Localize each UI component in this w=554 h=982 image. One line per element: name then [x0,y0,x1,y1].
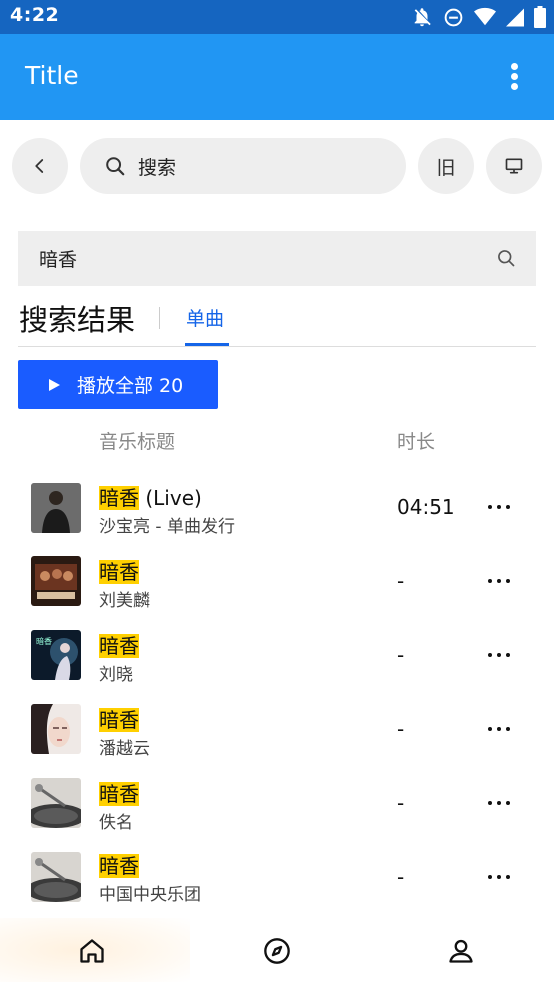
song-duration: - [397,717,405,741]
nav-discover[interactable] [262,936,292,966]
more-options-icon[interactable] [488,505,510,511]
play-all-button[interactable]: 播放全部 20 [18,360,218,409]
wifi-icon [474,7,496,26]
song-artist: 佚名 [99,813,133,833]
song-duration: - [397,865,405,889]
column-header-duration: 时长 [397,431,436,453]
status-bar: 4:22 [0,0,554,34]
old-version-button[interactable]: 旧 [418,138,474,194]
album-cover [31,778,81,828]
song-duration: 04:51 [397,495,455,519]
album-cover [31,483,81,533]
song-title: 暗香 [99,782,139,806]
old-version-label: 旧 [436,156,456,179]
home-icon [80,939,104,963]
song-artist: 刘晓 [99,665,133,685]
person-icon [449,939,473,963]
more-options-icon[interactable] [488,727,510,733]
search-icon[interactable] [496,248,516,268]
nav-profile[interactable] [446,936,476,966]
desktop-icon [505,158,523,174]
play-all-label: 播放全部 20 [77,375,184,397]
svg-text:暗香: 暗香 [36,636,52,646]
chevron-left-icon [35,159,44,173]
song-artist: 沙宝亮 - 单曲发行 [99,517,235,537]
song-row[interactable]: 暗香 刘美麟 - [0,545,554,619]
status-icons [411,6,546,28]
more-options-icon[interactable] [488,801,510,807]
play-icon [49,378,60,391]
search-icon [106,157,125,176]
album-cover [31,556,81,606]
tab-single[interactable]: 单曲 [186,304,224,331]
song-title: 暗香 (Live) [99,486,202,510]
app-bar: Title [0,34,554,120]
signal-icon [506,8,524,26]
song-title: 暗香 [99,854,139,878]
results-heading: 搜索结果 [19,303,136,337]
do-not-disturb-icon [444,8,463,26]
song-title: 暗香 [99,708,139,732]
status-time: 4:22 [10,4,60,26]
search-button-label: 搜索 [138,156,177,179]
song-row[interactable]: 暗香 中国中央乐团 - [0,841,554,915]
song-duration: - [397,791,405,815]
song-row[interactable]: 暗香 (Live) 沙宝亮 - 单曲发行 04:51 [0,471,554,545]
heading-divider [159,307,160,329]
nav-home[interactable] [77,936,107,966]
more-options-icon[interactable] [488,579,510,585]
more-options-icon[interactable] [488,653,510,659]
song-row[interactable]: 暗香 暗香 刘晓 - [0,619,554,693]
back-button[interactable] [12,138,68,194]
battery-icon [534,6,546,28]
song-title: 暗香 [99,560,139,584]
search-query-box[interactable]: 暗香 [18,231,536,286]
notifications-off-icon [414,8,431,27]
album-cover [31,852,81,902]
song-row[interactable]: 暗香 潘越云 - [0,693,554,767]
app-title: Title [25,61,79,90]
desktop-button[interactable] [486,138,542,194]
album-cover [31,704,81,754]
song-artist: 刘美麟 [99,591,150,611]
song-duration: - [397,569,405,593]
search-query-text: 暗香 [39,249,78,271]
song-artist: 潘越云 [99,739,150,759]
column-header-title: 音乐标题 [99,431,176,453]
more-options-icon[interactable] [488,875,510,881]
compass-icon [264,938,290,964]
tab-divider [18,346,536,347]
album-cover: 暗香 [31,630,81,680]
song-row[interactable]: 暗香 佚名 - [0,767,554,841]
song-duration: - [397,643,405,667]
bottom-navigation [0,918,554,982]
search-button[interactable]: 搜索 [80,138,406,194]
song-artist: 中国中央乐团 [99,885,201,905]
song-title: 暗香 [99,634,139,658]
overflow-menu-icon[interactable] [504,63,524,91]
